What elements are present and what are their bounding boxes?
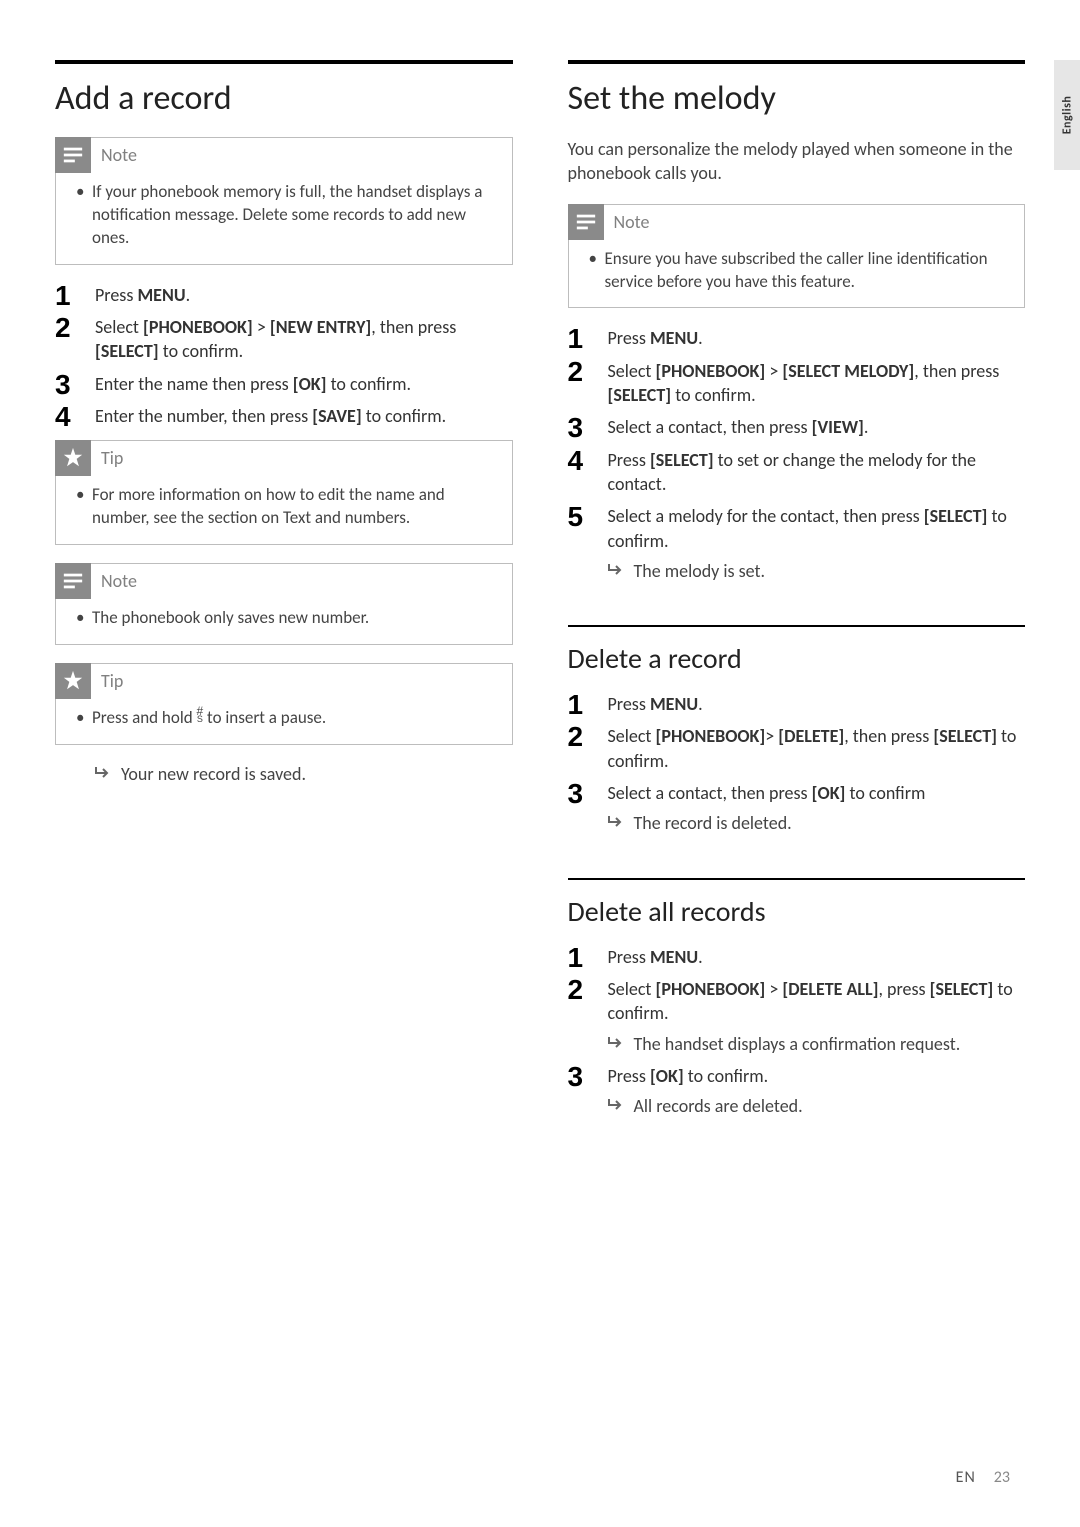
result-arrow-icon xyxy=(608,1032,626,1056)
section-delete-all: Delete all records Press MENU. Select [P… xyxy=(568,878,1026,1119)
step-item: Press [OK] to confirm. All records are d… xyxy=(568,1064,1026,1119)
step-item: Select a contact, then press [VIEW]. xyxy=(568,415,1026,439)
steps-list: Press MENU. Select [PHONEBOOK]> [DELETE]… xyxy=(568,692,1026,835)
result-text: All records are deleted. xyxy=(634,1094,803,1118)
note-callout: Note If your phonebook memory is full, t… xyxy=(55,137,513,265)
section-title: Add a record xyxy=(55,78,513,119)
tip-icon xyxy=(55,440,91,476)
note-icon xyxy=(55,563,91,599)
step-item: Select a melody for the contact, then pr… xyxy=(568,504,1026,583)
callout-body: For more information on how to edit the … xyxy=(72,484,496,530)
steps-list: Press MENU. Select [PHONEBOOK] > [SELECT… xyxy=(568,326,1026,583)
note-icon xyxy=(55,137,91,173)
callout-body: Ensure you have subscribed the caller li… xyxy=(585,248,1009,294)
step-item: Enter the number, then press [SAVE] to c… xyxy=(55,404,513,428)
section-rule xyxy=(55,60,513,64)
section-title: Delete all records xyxy=(568,894,1026,929)
step-item: Press MENU. xyxy=(55,283,513,307)
section-title: Set the melody xyxy=(568,78,1026,119)
two-column-layout: Add a record Note If your phonebook memo… xyxy=(55,60,1025,1160)
callout-title: Note xyxy=(614,211,650,233)
tip-callout: Tip Press and hold #S to insert a pause. xyxy=(55,663,513,745)
callout-header: Note xyxy=(568,204,1009,240)
callout-title: Note xyxy=(101,570,137,592)
result-line: The record is deleted. xyxy=(608,811,1026,835)
step-item: Select [PHONEBOOK]> [DELETE], then press… xyxy=(568,724,1026,773)
callout-title: Tip xyxy=(101,447,123,469)
callout-body: The phonebook only saves new number. xyxy=(72,607,496,630)
step-item: Press MENU. xyxy=(568,692,1026,716)
note-icon xyxy=(568,204,604,240)
page: English Add a record Note If your phoneb… xyxy=(0,0,1080,1527)
callout-body: If your phonebook memory is full, the ha… xyxy=(72,181,496,250)
result-line: All records are deleted. xyxy=(608,1094,1026,1118)
result-text: The record is deleted. xyxy=(634,811,792,835)
result-arrow-icon xyxy=(608,559,626,583)
section-rule xyxy=(568,878,1026,880)
note-callout: Note The phonebook only saves new number… xyxy=(55,563,513,645)
section-add-record: Add a record Note If your phonebook memo… xyxy=(55,60,513,785)
step-item: Select [PHONEBOOK] > [SELECT MELODY], th… xyxy=(568,359,1026,408)
section-rule xyxy=(568,625,1026,627)
note-callout: Note Ensure you have subscribed the call… xyxy=(568,204,1026,309)
hash-key-icon: #S xyxy=(197,707,204,724)
step-item: Press MENU. xyxy=(568,326,1026,350)
left-column: Add a record Note If your phonebook memo… xyxy=(55,60,513,1160)
right-column: Set the melody You can personalize the m… xyxy=(568,60,1026,1160)
result-text: The handset displays a confirmation requ… xyxy=(634,1032,961,1056)
callout-header: Note xyxy=(55,137,496,173)
result-line: The melody is set. xyxy=(608,559,1026,583)
tip-icon xyxy=(55,663,91,699)
page-footer: EN 23 xyxy=(956,1468,1010,1487)
result-text: Your new record is saved. xyxy=(121,763,306,785)
footer-lang: EN xyxy=(956,1468,976,1487)
section-delete-record: Delete a record Press MENU. Select [PHON… xyxy=(568,625,1026,835)
step-item: Press [SELECT] to set or change the melo… xyxy=(568,448,1026,497)
result-arrow-icon xyxy=(608,811,626,835)
steps-list: Press MENU. Select [PHONEBOOK] > [DELETE… xyxy=(568,945,1026,1119)
callout-header: Tip xyxy=(55,663,496,699)
footer-page-number: 23 xyxy=(994,1468,1010,1487)
language-tab-label: English xyxy=(1060,96,1074,135)
language-tab: English xyxy=(1054,60,1080,170)
callout-body: Press and hold #S to insert a pause. xyxy=(72,707,496,730)
step-item: Select [PHONEBOOK] > [NEW ENTRY], then p… xyxy=(55,315,513,364)
callout-header: Tip xyxy=(55,440,496,476)
section-intro: You can personalize the melody played wh… xyxy=(568,137,1026,186)
step-item: Press MENU. xyxy=(568,945,1026,969)
section-set-melody: Set the melody You can personalize the m… xyxy=(568,60,1026,583)
steps-list: Press MENU. Select [PHONEBOOK] > [NEW EN… xyxy=(55,283,513,428)
result-line: Your new record is saved. xyxy=(55,763,513,785)
step-item: Enter the name then press [OK] to confir… xyxy=(55,372,513,396)
callout-header: Note xyxy=(55,563,496,599)
step-item: Select a contact, then press [OK] to con… xyxy=(568,781,1026,836)
section-rule xyxy=(568,60,1026,64)
callout-title: Note xyxy=(101,144,137,166)
result-text: The melody is set. xyxy=(634,559,766,583)
step-item: Select [PHONEBOOK] > [DELETE ALL], press… xyxy=(568,977,1026,1056)
tip-callout: Tip For more information on how to edit … xyxy=(55,440,513,545)
section-title: Delete a record xyxy=(568,641,1026,676)
callout-title: Tip xyxy=(101,670,123,692)
result-arrow-icon xyxy=(95,763,113,785)
result-line: The handset displays a confirmation requ… xyxy=(608,1032,1026,1056)
result-arrow-icon xyxy=(608,1094,626,1118)
